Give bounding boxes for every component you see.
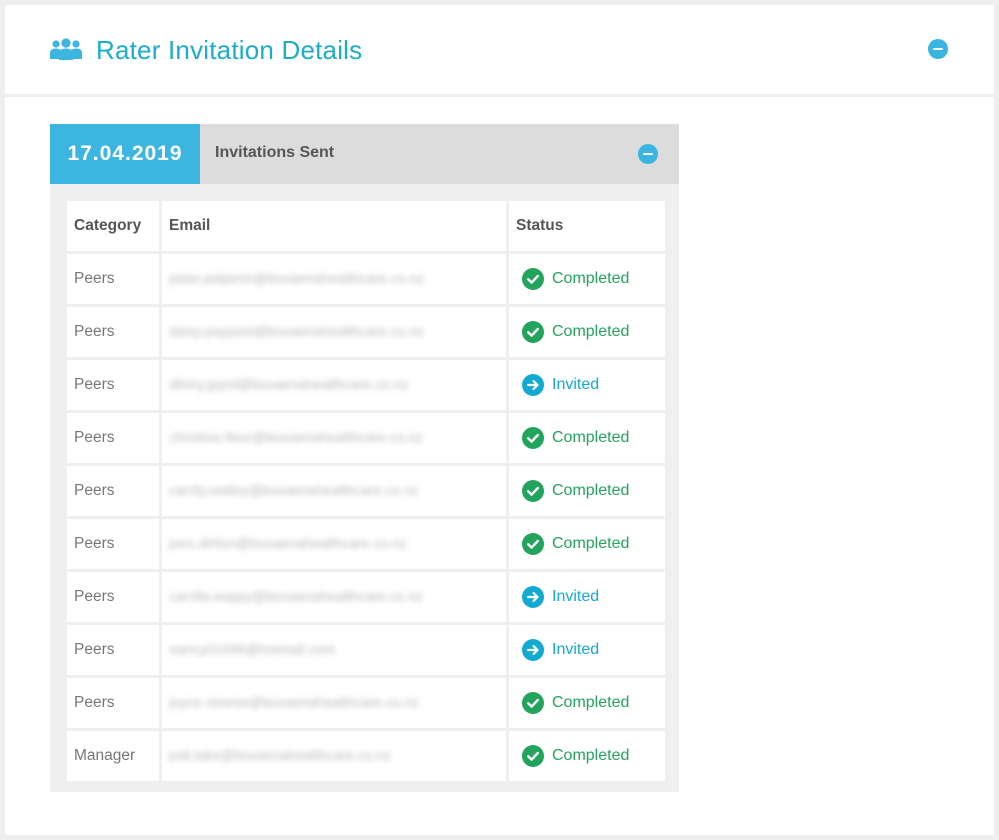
status-cell: Completed: [509, 678, 665, 728]
table-row: Peers joyce.renese@boxaenahealthcare.co.n…: [67, 678, 665, 728]
invitations-table: Category Email Status Peers peter.palpenn…: [64, 198, 668, 784]
table-row: Manager jodi.lake@boxaenahealthcare.co.nz…: [67, 731, 665, 781]
email-cell: carrilla.eappy@boxaenahealthcare.co.nz: [162, 572, 506, 622]
category-cell: Peers: [67, 466, 159, 516]
email-text: daisy.paypeel@boxaenahealthcare.co.nz: [169, 323, 425, 339]
email-text: joyce.renese@boxaenahealthcare.co.nz: [169, 694, 420, 710]
collapse-panel-button[interactable]: [638, 144, 658, 164]
status-cell: Invited: [509, 625, 665, 675]
email-text: peter.palpenn@boxaenahealthcare.co.nz: [169, 270, 425, 286]
check-circle-icon: [522, 480, 544, 502]
status-cell: Completed: [509, 731, 665, 781]
email-text: dilshy.jpyrd@boxaenahealthcare.co.nz: [169, 376, 409, 392]
status-cell: Completed: [509, 466, 665, 516]
status-label: Completed: [552, 747, 630, 764]
email-cell: nancy01996@hotmail.com: [162, 625, 506, 675]
category-cell: Peers: [67, 572, 159, 622]
category-cell: Peers: [67, 519, 159, 569]
status-label: Completed: [552, 694, 630, 711]
table-row: Peers carrilla.eappy@boxaenahealthcare.co…: [67, 572, 665, 622]
status-badge: Completed: [516, 745, 658, 767]
check-circle-icon: [522, 745, 544, 767]
users-group-icon: [50, 38, 82, 60]
invitations-panel-header[interactable]: 17.04.2019 Invitations Sent: [50, 124, 679, 184]
status-cell: Completed: [509, 254, 665, 304]
status-badge: Completed: [516, 533, 658, 555]
email-cell: dilshy.jpyrd@boxaenahealthcare.co.nz: [162, 360, 506, 410]
arrow-right-circle-icon: [522, 586, 544, 608]
email-text: christine.fleur@boxaenahealthcare.co.nz: [169, 429, 423, 445]
status-cell: Invited: [509, 360, 665, 410]
category-cell: Peers: [67, 360, 159, 410]
email-cell: christine.fleur@boxaenahealthcare.co.nz: [162, 413, 506, 463]
status-label: Completed: [552, 535, 630, 552]
email-text: carrilla.eappy@boxaenahealthcare.co.nz: [169, 588, 423, 604]
category-cell: Peers: [67, 307, 159, 357]
rater-invitation-header: Rater Invitation Details: [5, 5, 994, 94]
status-cell: Completed: [509, 307, 665, 357]
check-circle-icon: [522, 533, 544, 555]
arrow-right-circle-icon: [522, 639, 544, 661]
table-body: Peers peter.palpenn@boxaenahealthcare.co.…: [67, 254, 665, 781]
status-badge: Invited: [516, 374, 658, 396]
arrow-right-circle-icon: [522, 374, 544, 396]
email-cell: carrily.walley@boxaenahealthcare.co.nz: [162, 466, 506, 516]
table-row: Peers peter.palpenn@boxaenahealthcare.co.…: [67, 254, 665, 304]
category-cell: Peers: [67, 413, 159, 463]
email-cell: peter.palpenn@boxaenahealthcare.co.nz: [162, 254, 506, 304]
status-badge: Completed: [516, 692, 658, 714]
column-header-category: Category: [67, 201, 159, 251]
status-label: Completed: [552, 270, 630, 287]
status-label: Invited: [552, 641, 600, 658]
table-row: Peers nancy01996@hotmail.com Invited: [67, 625, 665, 675]
status-badge: Completed: [516, 480, 658, 502]
status-badge: Invited: [516, 586, 658, 608]
category-cell: Manager: [67, 731, 159, 781]
table-header-row: Category Email Status: [67, 201, 665, 251]
page-title: Rater Invitation Details: [96, 35, 363, 65]
table-row: Peers joes.dirlion@boxaenahealthcare.co.n…: [67, 519, 665, 569]
status-badge: Completed: [516, 321, 658, 343]
status-cell: Completed: [509, 413, 665, 463]
column-header-email: Email: [162, 201, 506, 251]
email-cell: jodi.lake@boxaenahealthcare.co.nz: [162, 731, 506, 781]
rater-invitation-body: 17.04.2019 Invitations Sent Category Ema…: [5, 97, 994, 835]
check-circle-icon: [522, 692, 544, 714]
invitation-date: 17.04.2019: [50, 124, 200, 184]
status-label: Completed: [552, 482, 630, 499]
check-circle-icon: [522, 321, 544, 343]
status-badge: Invited: [516, 639, 658, 661]
status-cell: Completed: [509, 519, 665, 569]
invitations-panel: 17.04.2019 Invitations Sent Category Ema…: [50, 124, 679, 792]
status-badge: Completed: [516, 427, 658, 449]
status-label: Completed: [552, 323, 630, 340]
status-cell: Invited: [509, 572, 665, 622]
category-cell: Peers: [67, 625, 159, 675]
check-circle-icon: [522, 427, 544, 449]
check-circle-icon: [522, 268, 544, 290]
table-row: Peers daisy.paypeel@boxaenahealthcare.co.…: [67, 307, 665, 357]
table-row: Peers christine.fleur@boxaenahealthcare.c…: [67, 413, 665, 463]
email-text: jodi.lake@boxaenahealthcare.co.nz: [169, 747, 392, 763]
email-cell: joes.dirlion@boxaenahealthcare.co.nz: [162, 519, 506, 569]
status-label: Invited: [552, 588, 600, 605]
table-row: Peers carrily.walley@boxaenahealthcare.co…: [67, 466, 665, 516]
collapse-section-button[interactable]: [928, 39, 948, 59]
table-row: Peers dilshy.jpyrd@boxaenahealthcare.co.n…: [67, 360, 665, 410]
status-label: Completed: [552, 429, 630, 446]
column-header-status: Status: [509, 201, 665, 251]
status-label: Invited: [552, 376, 600, 393]
category-cell: Peers: [67, 678, 159, 728]
category-cell: Peers: [67, 254, 159, 304]
email-text: joes.dirlion@boxaenahealthcare.co.nz: [169, 535, 407, 551]
email-text: carrily.walley@boxaenahealthcare.co.nz: [169, 482, 419, 498]
email-cell: joyce.renese@boxaenahealthcare.co.nz: [162, 678, 506, 728]
panel-title: Invitations Sent: [215, 144, 335, 161]
email-text: nancy01996@hotmail.com: [169, 641, 335, 657]
status-badge: Completed: [516, 268, 658, 290]
email-cell: daisy.paypeel@boxaenahealthcare.co.nz: [162, 307, 506, 357]
